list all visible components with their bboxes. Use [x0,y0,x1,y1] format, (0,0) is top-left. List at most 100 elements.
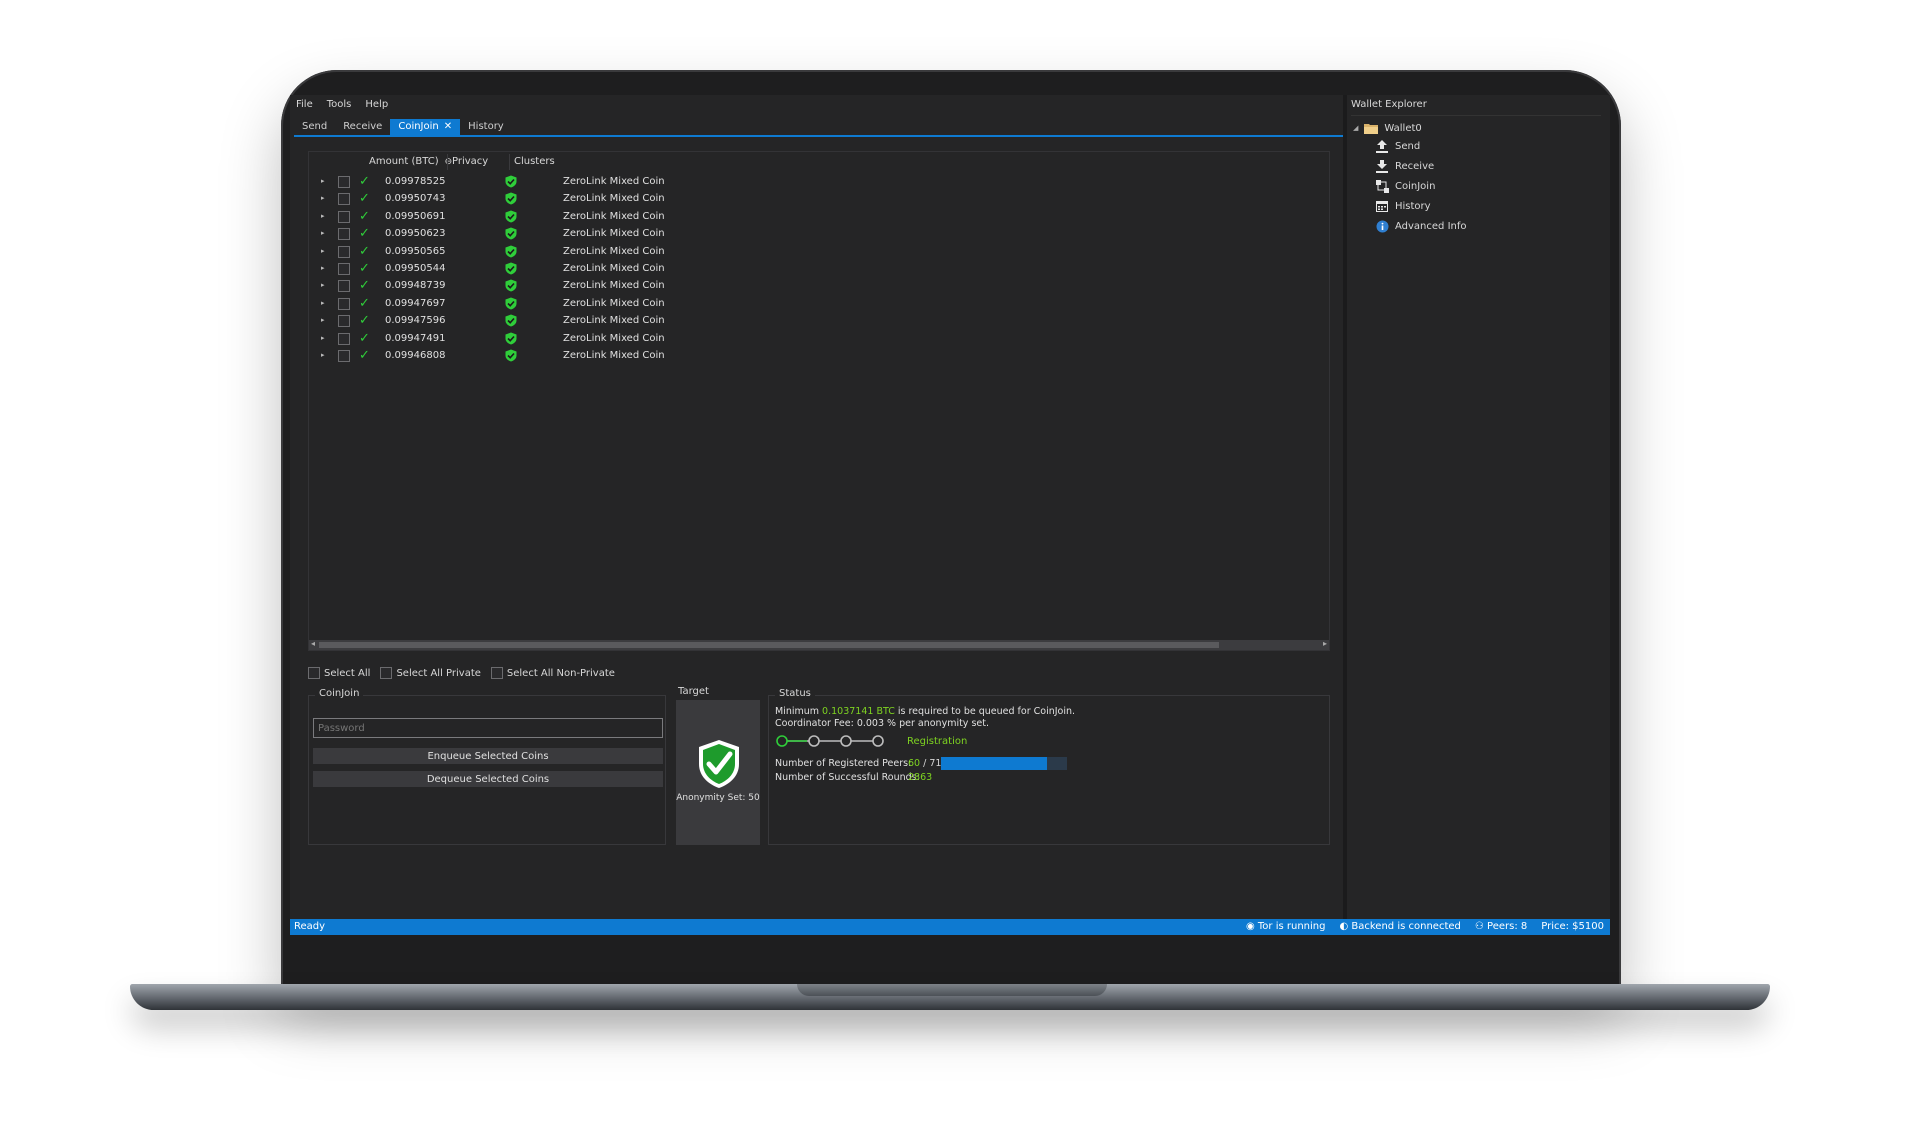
expand-icon[interactable]: ▸ [321,299,325,307]
price-status: Price: $5100 [1541,921,1604,932]
tree-advanced-info[interactable]: Advanced Info [1375,219,1467,233]
table-row[interactable]: ▸ ✓ 0.09950565 ZeroLink Mixed Coin [309,244,1329,261]
confirmed-check-icon: ✓ [359,260,370,276]
coin-cluster: ZeroLink Mixed Coin [563,176,665,187]
expand-icon[interactable]: ▸ [321,281,325,289]
status-message: Minimum 0.1037141 BTC is required to be … [775,706,1076,729]
row-checkbox[interactable] [338,332,350,345]
menu-tools[interactable]: Tools [327,99,352,110]
tree-coinjoin[interactable]: CoinJoin [1375,179,1435,193]
expand-icon[interactable]: ▸ [321,247,325,255]
table-row[interactable]: ▸ ✓ 0.09950743 ZeroLink Mixed Coin [309,191,1329,208]
checkbox-box[interactable] [380,667,393,679]
password-input[interactable] [313,718,663,738]
row-checkbox[interactable] [338,176,350,188]
menu-help[interactable]: Help [365,99,388,110]
table-row[interactable]: ▸ ✓ 0.09946808 ZeroLink Mixed Coin [309,348,1329,365]
row-checkbox[interactable] [338,315,350,328]
header-clusters[interactable]: Clusters [509,154,555,170]
coin-cluster: ZeroLink Mixed Coin [563,228,665,240]
row-checkbox[interactable] [338,297,350,310]
tree-send[interactable]: Send [1375,139,1420,153]
privacy-shield-icon [505,175,517,188]
row-checkbox[interactable] [338,210,350,223]
status-ready: Ready [294,921,326,932]
row-checkbox[interactable] [338,193,350,206]
peers-progress-fill [941,757,1048,770]
expand-icon[interactable]: ▸ [321,212,325,220]
coin-amount: 0.09947596 [385,315,446,327]
tab-receive[interactable]: Receive [335,119,390,135]
confirmed-check-icon: ✓ [359,295,370,311]
row-checkbox[interactable] [338,280,350,293]
horizontal-scrollbar[interactable]: ◂ ▸ [309,639,1329,650]
rounds-label: Number of Successful Rounds: [775,772,920,783]
scroll-left-icon[interactable]: ◂ [311,639,315,648]
tree-wallet0[interactable]: ◢ Wallet0 [1353,121,1422,135]
expand-icon[interactable]: ▸ [321,316,325,324]
tab-history[interactable]: History [460,119,512,135]
row-checkbox[interactable] [338,228,350,241]
header-privacy[interactable]: Privacy [447,154,488,170]
calendar-icon [1375,199,1389,213]
expand-icon[interactable]: ▸ [321,177,325,185]
coin-amount: 0.09950743 [385,193,446,205]
select-all-checkbox[interactable]: Select All [308,667,370,679]
table-row[interactable]: ▸ ✓ 0.09950623 ZeroLink Mixed Coin [309,226,1329,243]
selection-options: Select All Select All Private Select All… [308,667,615,679]
close-icon[interactable]: ✕ [444,119,452,135]
tree-history[interactable]: History [1375,199,1431,213]
coinjoin-group-title: CoinJoin [315,688,364,699]
phase-label: Registration [907,736,968,747]
select-all-nonprivate-checkbox[interactable]: Select All Non-Private [490,667,615,679]
header-amount[interactable]: Amount (BTC) ⊖ [365,154,452,170]
row-checkbox[interactable] [338,245,350,258]
panel-splitter[interactable] [1343,95,1347,919]
table-row[interactable]: ▸ ✓ 0.09950544 ZeroLink Mixed Coin [309,261,1329,278]
expand-icon[interactable]: ▸ [321,334,325,342]
backend-status: ◐ Backend is connected [1339,921,1461,932]
expand-icon[interactable]: ▸ [321,351,325,359]
tab-bar: Send Receive CoinJoin ✕ History [294,119,512,135]
tor-icon: ◉ [1245,921,1255,932]
table-row[interactable]: ▸ ✓ 0.09947596 ZeroLink Mixed Coin [309,313,1329,330]
privacy-shield-icon [505,210,517,223]
expand-icon[interactable]: ▸ [321,194,325,202]
table-row[interactable]: ▸ ✓ 0.09947491 ZeroLink Mixed Coin [309,331,1329,348]
table-row[interactable]: ▸ ✓ 0.09950691 ZeroLink Mixed Coin [309,209,1329,226]
dequeue-button[interactable]: Dequeue Selected Coins [313,771,663,787]
enqueue-button[interactable]: Enqueue Selected Coins [313,748,663,764]
checkbox-box[interactable] [490,667,503,679]
phase-progress-icon [776,735,884,747]
explorer-divider [1351,115,1601,116]
confirmed-check-icon: ✓ [359,313,370,329]
confirmed-check-icon: ✓ [359,278,370,294]
confirmed-check-icon: ✓ [359,174,370,189]
scrollbar-thumb[interactable] [319,642,1219,648]
tab-send[interactable]: Send [294,119,335,135]
table-row[interactable]: ▸ ✓ 0.09978525 ZeroLink Mixed Coin [309,174,1329,191]
collapse-icon[interactable]: ◢ [1353,124,1358,132]
tree-receive[interactable]: Receive [1375,159,1434,173]
coin-cluster: ZeroLink Mixed Coin [563,210,665,222]
coin-amount: 0.09950565 [385,245,446,257]
expand-icon[interactable]: ▸ [321,264,325,272]
table-row[interactable]: ▸ ✓ 0.09948739 ZeroLink Mixed Coin [309,278,1329,295]
wallet-explorer-title: Wallet Explorer [1351,99,1427,110]
rounds-value: 2863 [908,772,933,783]
menu-file[interactable]: File [296,99,313,110]
coin-cluster: ZeroLink Mixed Coin [563,245,665,257]
scroll-right-icon[interactable]: ▸ [1323,639,1327,648]
tab-coinjoin[interactable]: CoinJoin ✕ [390,119,461,135]
table-row[interactable]: ▸ ✓ 0.09947697 ZeroLink Mixed Coin [309,296,1329,313]
row-checkbox[interactable] [338,349,350,362]
checkbox-box[interactable] [308,667,320,679]
confirmed-check-icon: ✓ [359,347,370,363]
tab-underline [294,135,1344,137]
status-bar: Ready ◉ Tor is running ◐ Backend is conn… [290,919,1610,935]
coin-list-header: Amount (BTC) ⊖ Privacy Clusters [309,154,1329,170]
row-checkbox[interactable] [338,262,350,275]
select-all-private-checkbox[interactable]: Select All Private [380,667,481,679]
expand-icon[interactable]: ▸ [321,229,325,237]
coin-amount: 0.09950623 [385,228,446,240]
